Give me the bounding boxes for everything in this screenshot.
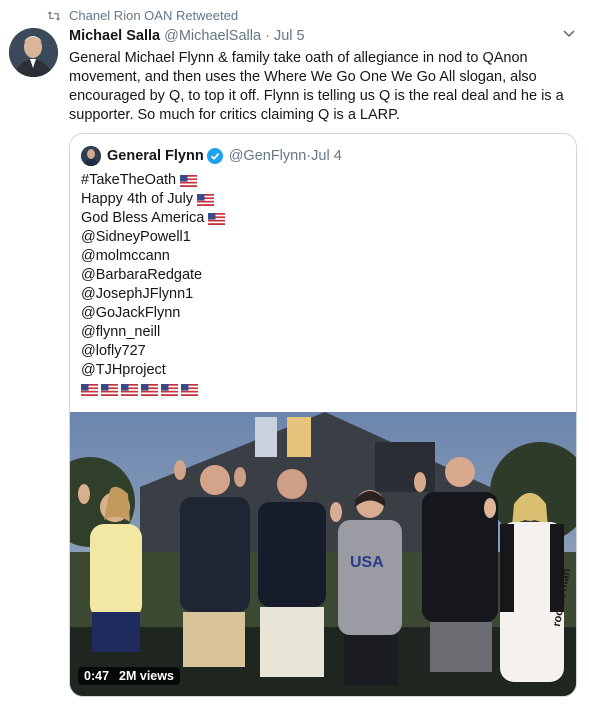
video-thumbnail: USA rocket man xyxy=(70,412,576,696)
us-flag-icon xyxy=(161,384,178,396)
separator-dot: · xyxy=(265,28,270,44)
video-views: 2M views xyxy=(119,669,174,683)
quoted-line: God Bless America xyxy=(81,209,225,228)
author-avatar[interactable] xyxy=(9,28,58,77)
quoted-tweet-date: Jul 4 xyxy=(311,148,342,164)
retweet-icon xyxy=(47,10,61,21)
video-duration: 0:47 xyxy=(84,669,110,683)
us-flag-icon xyxy=(197,194,214,206)
mention-link[interactable]: @lofly727 xyxy=(81,342,225,361)
us-flag-icon xyxy=(180,175,197,187)
retweet-text: Chanel Rion OAN Retweeted xyxy=(69,8,239,23)
tweet-header: Michael Salla @MichaelSalla · Jul 5 xyxy=(69,28,305,44)
tweet-text: General Michael Flynn & family take oath… xyxy=(69,50,564,123)
author-handle[interactable]: @MichaelSalla xyxy=(164,28,261,44)
verified-badge-icon xyxy=(206,148,223,164)
quoted-tweet-header: General Flynn @GenFlynn · Jul 4 xyxy=(81,146,342,166)
quoted-author-name: General Flynn xyxy=(107,148,204,164)
mention-link[interactable]: @GoJackFlynn xyxy=(81,304,225,323)
us-flag-icon xyxy=(181,384,198,396)
mention-link[interactable]: @flynn_neill xyxy=(81,323,225,342)
mention-link[interactable]: @BarbaraRedgate xyxy=(81,266,225,285)
retweet-context[interactable]: Chanel Rion OAN Retweeted xyxy=(47,8,238,23)
author-name[interactable]: Michael Salla xyxy=(69,28,160,44)
quoted-author-avatar xyxy=(81,146,101,166)
tweet-date[interactable]: Jul 5 xyxy=(274,28,305,44)
video-stats-badge: 0:47 2M views xyxy=(78,667,180,685)
quoted-tweet-text: #TakeTheOath Happy 4th of July God Bless… xyxy=(81,171,225,399)
mention-link[interactable]: @molmccann xyxy=(81,247,225,266)
mention-link[interactable]: @JosephJFlynn1 xyxy=(81,285,225,304)
shirt-text-usa: USA xyxy=(350,554,384,571)
us-flag-icon xyxy=(141,384,158,396)
quoted-tweet[interactable]: General Flynn @GenFlynn · Jul 4 #TakeThe… xyxy=(69,133,577,697)
quoted-line: #TakeTheOath xyxy=(81,171,225,190)
mention-link[interactable]: @TJHproject xyxy=(81,361,225,380)
mention-link[interactable]: @SidneyPowell1 xyxy=(81,228,225,247)
quoted-line: Happy 4th of July xyxy=(81,190,225,209)
chevron-down-icon[interactable] xyxy=(562,29,576,39)
us-flag-icon xyxy=(121,384,138,396)
us-flag-icon xyxy=(101,384,118,396)
us-flag-icon xyxy=(81,384,98,396)
us-flag-icon xyxy=(208,213,225,225)
quoted-author-handle: @GenFlynn xyxy=(228,148,307,164)
video-player[interactable]: USA rocket man 0:47 2M views xyxy=(70,412,576,696)
flags-row xyxy=(81,380,225,399)
